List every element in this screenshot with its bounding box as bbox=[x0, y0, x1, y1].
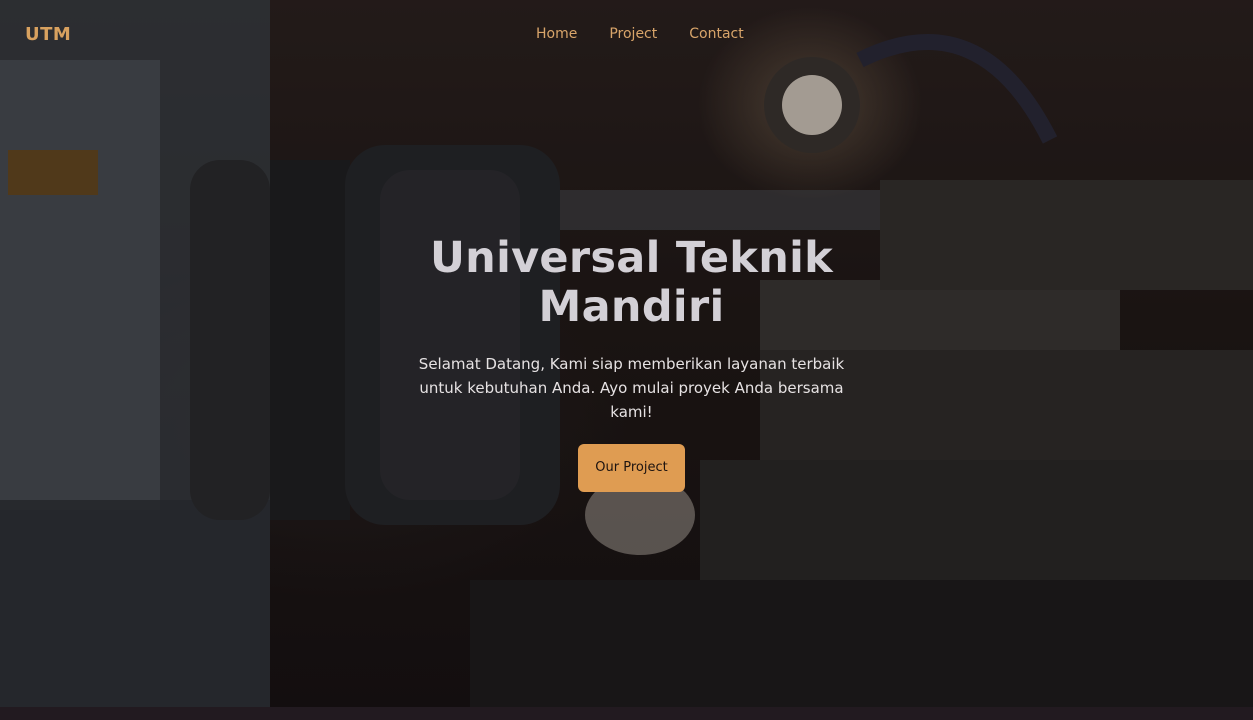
hero-content: Universal Teknik Mandiri Selamat Datang,… bbox=[400, 234, 863, 492]
brand-logo[interactable]: UTM bbox=[25, 24, 71, 45]
nav-link-contact[interactable]: Contact bbox=[689, 26, 743, 42]
nav-links: Home Project Contact bbox=[536, 26, 744, 42]
page-bottom-strip bbox=[0, 707, 1253, 720]
nav-link-home[interactable]: Home bbox=[536, 26, 577, 42]
hero-section: UTM Home Project Contact Universal Tekni… bbox=[0, 0, 1253, 707]
nav-link-project[interactable]: Project bbox=[609, 26, 657, 42]
our-project-button[interactable]: Our Project bbox=[578, 444, 685, 492]
hero-title: Universal Teknik Mandiri bbox=[429, 233, 834, 332]
top-navigation: UTM Home Project Contact bbox=[0, 0, 1253, 70]
hero-subtitle: Selamat Datang, Kami siap memberikan lay… bbox=[418, 355, 845, 421]
